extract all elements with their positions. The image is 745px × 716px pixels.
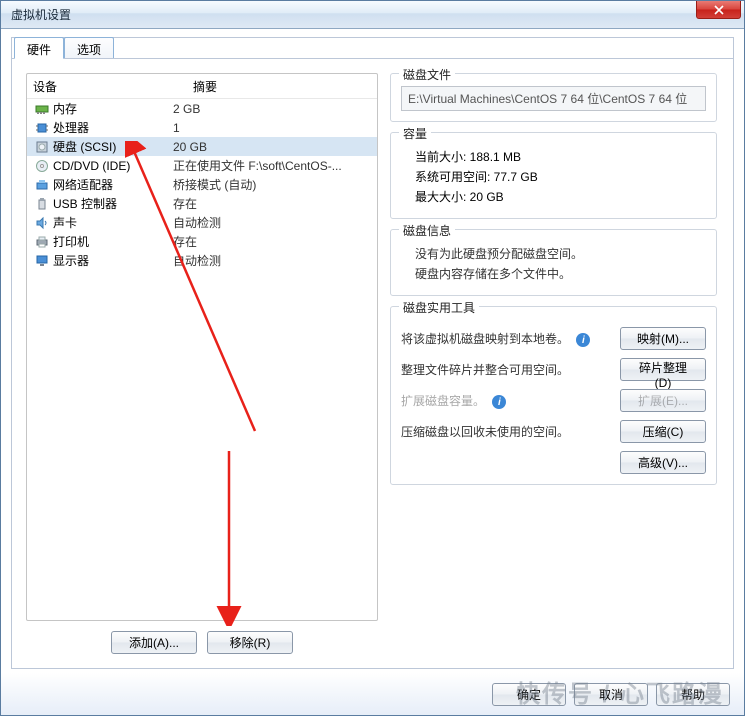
- col-summary: 摘要: [193, 78, 371, 95]
- device-row[interactable]: CD/DVD (IDE) 正在使用文件 F:\soft\CentOS-...: [27, 156, 377, 175]
- compact-button[interactable]: 压缩(C): [620, 420, 706, 443]
- device-row[interactable]: 处理器 1: [27, 118, 377, 137]
- capacity-title: 容量: [399, 125, 431, 142]
- disk-tools-title: 磁盘实用工具: [399, 299, 479, 316]
- capacity-group: 容量 当前大小: 188.1 MB 系统可用空间: 77.7 GB 最大大小: …: [390, 132, 717, 219]
- tab-hardware[interactable]: 硬件: [14, 37, 64, 59]
- tool-compact-desc: 压缩磁盘以回收未使用的空间。: [401, 423, 620, 440]
- device-summary: 存在: [173, 195, 371, 212]
- display-icon: [33, 253, 50, 269]
- tool-map-row: 将该虚拟机磁盘映射到本地卷。 i 映射(M)...: [401, 327, 706, 350]
- list-buttons: 添加(A)... 移除(R): [26, 621, 378, 654]
- tool-defrag-desc: 整理文件碎片并整合可用空间。: [401, 361, 620, 378]
- tool-expand-row: 扩展磁盘容量。 i 扩展(E)...: [401, 389, 706, 412]
- close-button[interactable]: [696, 1, 741, 19]
- device-name: USB 控制器: [53, 195, 117, 212]
- tab-body: 设备 摘要 内存 2 GB 处理器 1 硬盘 (SCSI) 20 GB CD/DVD (ID…: [12, 58, 733, 668]
- device-summary: 2 GB: [173, 102, 371, 116]
- network-icon: [33, 177, 50, 193]
- tool-map-desc: 将该虚拟机磁盘映射到本地卷。 i: [401, 330, 620, 348]
- list-rows: 内存 2 GB 处理器 1 硬盘 (SCSI) 20 GB CD/DVD (IDE) 正在使用…: [27, 99, 377, 620]
- help-button[interactable]: 帮助: [656, 683, 730, 706]
- tab-options[interactable]: 选项: [64, 37, 114, 59]
- remove-button[interactable]: 移除(R): [207, 631, 293, 654]
- disk-file-title: 磁盘文件: [399, 66, 455, 83]
- tool-defrag-row: 整理文件碎片并整合可用空间。 碎片整理(D): [401, 358, 706, 381]
- device-name: 声卡: [53, 214, 77, 231]
- device-summary: 自动检测: [173, 252, 371, 269]
- window-title: 虚拟机设置: [11, 6, 71, 23]
- tool-compact-row: 压缩磁盘以回收未使用的空间。 压缩(C): [401, 420, 706, 443]
- col-device: 设备: [33, 78, 193, 95]
- cancel-button[interactable]: 取消: [574, 683, 648, 706]
- device-summary: 存在: [173, 233, 371, 250]
- device-row[interactable]: USB 控制器 存在: [27, 194, 377, 213]
- list-header: 设备 摘要: [27, 74, 377, 99]
- device-name: 处理器: [53, 119, 89, 136]
- device-name: CD/DVD (IDE): [53, 159, 130, 173]
- device-row[interactable]: 显示器 自动检测: [27, 251, 377, 270]
- close-icon: [714, 5, 724, 15]
- disk-file-path[interactable]: E:\Virtual Machines\CentOS 7 64 位\CentOS…: [401, 86, 706, 111]
- device-name: 内存: [53, 100, 77, 117]
- disk-tools-group: 磁盘实用工具 将该虚拟机磁盘映射到本地卷。 i 映射(M)... 整理文件碎片并…: [390, 306, 717, 485]
- capacity-max: 最大大小: 20 GB: [415, 188, 706, 205]
- content-area: 硬件 选项 设备 摘要 内存 2 GB 处理器 1 硬盘 (SCSI) 20 GB CD/D…: [11, 37, 734, 669]
- device-summary: 自动检测: [173, 214, 371, 231]
- defrag-button[interactable]: 碎片整理(D): [620, 358, 706, 381]
- disk-icon: [33, 139, 50, 155]
- disk-file-group: 磁盘文件 E:\Virtual Machines\CentOS 7 64 位\C…: [390, 73, 717, 122]
- left-panel: 设备 摘要 内存 2 GB 处理器 1 硬盘 (SCSI) 20 GB CD/DVD (ID…: [26, 73, 378, 654]
- tool-expand-desc: 扩展磁盘容量。 i: [401, 392, 620, 410]
- device-name: 显示器: [53, 252, 89, 269]
- device-summary: 20 GB: [173, 140, 371, 154]
- device-row[interactable]: 声卡 自动检测: [27, 213, 377, 232]
- device-list[interactable]: 设备 摘要 内存 2 GB 处理器 1 硬盘 (SCSI) 20 GB CD/DVD (ID…: [26, 73, 378, 621]
- device-row[interactable]: 网络适配器 桥接模式 (自动): [27, 175, 377, 194]
- printer-icon: [33, 234, 50, 250]
- device-summary: 正在使用文件 F:\soft\CentOS-...: [173, 157, 371, 174]
- map-button[interactable]: 映射(M)...: [620, 327, 706, 350]
- info-icon[interactable]: i: [492, 395, 506, 409]
- device-row[interactable]: 硬盘 (SCSI) 20 GB: [27, 137, 377, 156]
- cpu-icon: [33, 120, 50, 136]
- device-row[interactable]: 打印机 存在: [27, 232, 377, 251]
- device-name: 网络适配器: [53, 176, 113, 193]
- right-panel: 磁盘文件 E:\Virtual Machines\CentOS 7 64 位\C…: [390, 73, 719, 654]
- device-row[interactable]: 内存 2 GB: [27, 99, 377, 118]
- expand-button: 扩展(E)...: [620, 389, 706, 412]
- cd-icon: [33, 158, 50, 174]
- disk-info-line2: 硬盘内容存储在多个文件中。: [415, 265, 706, 282]
- dialog-footer: 确定 取消 帮助: [1, 673, 744, 715]
- capacity-current: 当前大小: 188.1 MB: [415, 148, 706, 165]
- info-icon[interactable]: i: [576, 333, 590, 347]
- titlebar[interactable]: 虚拟机设置: [1, 1, 744, 29]
- device-name: 硬盘 (SCSI): [53, 138, 116, 155]
- tab-strip: 硬件 选项: [14, 37, 114, 59]
- device-name: 打印机: [53, 233, 89, 250]
- capacity-free: 系统可用空间: 77.7 GB: [415, 168, 706, 185]
- device-summary: 桥接模式 (自动): [173, 176, 371, 193]
- advanced-button[interactable]: 高级(V)...: [620, 451, 706, 474]
- usb-icon: [33, 196, 50, 212]
- sound-icon: [33, 215, 50, 231]
- add-button[interactable]: 添加(A)...: [111, 631, 197, 654]
- advanced-row: 高级(V)...: [401, 451, 706, 474]
- disk-info-title: 磁盘信息: [399, 222, 455, 239]
- disk-info-line1: 没有为此硬盘预分配磁盘空间。: [415, 245, 706, 262]
- vm-settings-window: 虚拟机设置 硬件 选项 设备 摘要 内存 2 GB 处理器 1 硬盘 (SCSI) 20 …: [0, 0, 745, 716]
- memory-icon: [33, 101, 50, 117]
- device-summary: 1: [173, 121, 371, 135]
- ok-button[interactable]: 确定: [492, 683, 566, 706]
- disk-info-group: 磁盘信息 没有为此硬盘预分配磁盘空间。 硬盘内容存储在多个文件中。: [390, 229, 717, 296]
